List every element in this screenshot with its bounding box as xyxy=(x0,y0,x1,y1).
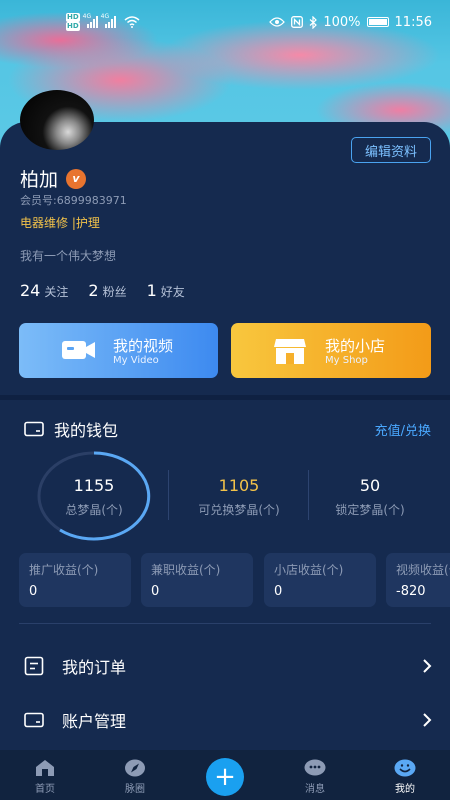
stat-following[interactable]: 24 关注 xyxy=(20,281,68,300)
vip-badge: v xyxy=(66,168,87,189)
income-value: 0 xyxy=(151,584,160,599)
stat-label: 粉丝 xyxy=(102,285,127,299)
income-card[interactable]: 视频收益(个) -820 xyxy=(386,553,450,607)
income-label: 视频收益(个) xyxy=(396,563,450,577)
tab-home[interactable]: 首页 xyxy=(0,750,90,800)
menu-my-orders[interactable]: 我的订单 xyxy=(24,651,432,681)
tab-label: 脉圈 xyxy=(125,784,145,795)
social-stats: 24 关注 2 粉丝 1 好友 xyxy=(20,281,185,300)
signal-icon: 4G xyxy=(83,13,98,28)
income-value: 0 xyxy=(29,584,38,599)
income-card[interactable]: 推广收益(个) 0 xyxy=(19,553,131,607)
battery-percent: 100% xyxy=(323,14,361,30)
wallet-stat-locked: 50 锁定梦晶(个) xyxy=(320,476,420,518)
wallet-stat-total: 1155 总梦晶(个) xyxy=(44,476,144,518)
my-video-button[interactable]: 我的视频 My Video xyxy=(19,323,218,378)
hd-badge: HD xyxy=(66,13,80,22)
stat-number: 2 xyxy=(88,281,99,300)
income-card[interactable]: 小店收益(个) 0 xyxy=(264,553,376,607)
section-divider xyxy=(0,395,450,400)
stat-friends[interactable]: 1 好友 xyxy=(147,281,185,300)
wallet-title: 我的钱包 xyxy=(54,421,119,440)
stat-fans[interactable]: 2 粉丝 xyxy=(88,281,126,300)
tab-mine[interactable]: 我的 xyxy=(360,750,450,800)
plus-icon: + xyxy=(206,758,244,796)
bottom-tab-bar: 首页 脉圈 + 消息 我的 xyxy=(0,750,450,800)
chat-icon xyxy=(304,759,326,776)
wifi-icon xyxy=(124,16,140,28)
stat-number: 1 xyxy=(146,281,157,300)
nfc-icon xyxy=(291,16,304,28)
shop-button-subtitle: My Shop xyxy=(325,355,368,366)
tab-publish[interactable]: + xyxy=(180,750,270,800)
name-row: 柏加 v xyxy=(20,165,87,192)
tab-label: 我的 xyxy=(395,784,415,795)
user-icon xyxy=(394,759,416,777)
video-camera-icon xyxy=(62,341,95,359)
menu-account-management[interactable]: 账户管理 xyxy=(24,705,432,735)
chevron-right-icon xyxy=(423,659,432,673)
hd-badges: HD HD xyxy=(66,13,80,31)
income-value: -820 xyxy=(396,584,426,599)
user-motto: 我有一个伟大梦想 xyxy=(20,249,117,263)
shop-icon xyxy=(274,339,306,364)
wallet-exchangeable-label: 可兑换梦晶(个) xyxy=(198,503,280,517)
recharge-link[interactable]: 充值/兑换 xyxy=(375,420,431,439)
stat-separator xyxy=(308,470,309,520)
user-name: 柏加 xyxy=(20,169,59,191)
video-button-subtitle: My Video xyxy=(113,355,159,366)
income-carousel[interactable]: 推广收益(个) 0 兼职收益(个) 0 小店收益(个) 0 视频收益(个) -8… xyxy=(19,553,450,607)
profession-tags: 电器维修 |护理 xyxy=(20,216,100,230)
tab-messages[interactable]: 消息 xyxy=(270,750,360,800)
wallet-header: 我的钱包 xyxy=(24,417,118,441)
order-list-icon xyxy=(24,656,44,676)
video-button-title: 我的视频 xyxy=(113,337,174,355)
wallet-locked-label: 锁定梦晶(个) xyxy=(335,503,405,517)
hd-badge: HD xyxy=(66,22,80,31)
wallet-total-label: 总梦晶(个) xyxy=(65,503,123,517)
income-label: 小店收益(个) xyxy=(274,563,344,577)
eye-icon xyxy=(269,17,286,27)
wallet-stat-exchangeable: 1105 可兑换梦晶(个) xyxy=(178,476,300,518)
clock: 11:56 xyxy=(394,14,432,30)
wallet-icon xyxy=(24,421,44,437)
signal-icon: 4G xyxy=(101,13,116,28)
income-value: 0 xyxy=(274,584,283,599)
stat-number: 24 xyxy=(20,281,41,300)
shop-button-title: 我的小店 xyxy=(325,337,386,355)
card-icon xyxy=(24,712,44,728)
stat-separator xyxy=(168,470,169,520)
income-card[interactable]: 兼职收益(个) 0 xyxy=(141,553,253,607)
wallet-locked-value: 50 xyxy=(359,476,381,495)
bluetooth-icon xyxy=(309,15,318,29)
wallet-exchangeable-value: 1105 xyxy=(218,476,260,495)
income-label: 兼职收益(个) xyxy=(151,563,221,577)
battery-icon xyxy=(366,17,389,27)
status-bar: HD HD 4G 4G 100% 11:56 xyxy=(0,0,450,44)
chevron-right-icon xyxy=(423,713,432,727)
my-shop-button[interactable]: 我的小店 My Shop xyxy=(231,323,431,378)
home-icon xyxy=(36,760,54,776)
member-number: 会员号:6899983971 xyxy=(20,194,127,207)
tab-label: 首页 xyxy=(35,784,55,795)
menu-label: 账户管理 xyxy=(62,712,127,731)
menu-label: 我的订单 xyxy=(62,658,127,677)
avatar[interactable] xyxy=(20,90,94,150)
income-label: 推广收益(个) xyxy=(29,563,99,577)
stat-label: 关注 xyxy=(44,285,69,299)
tab-label: 消息 xyxy=(305,784,325,795)
edit-profile-button[interactable]: 编辑资料 xyxy=(351,137,431,163)
compass-icon xyxy=(125,759,145,777)
wallet-total-value: 1155 xyxy=(73,476,115,495)
stat-label: 好友 xyxy=(160,285,185,299)
tab-circle[interactable]: 脉圈 xyxy=(90,750,180,800)
divider xyxy=(19,623,431,624)
